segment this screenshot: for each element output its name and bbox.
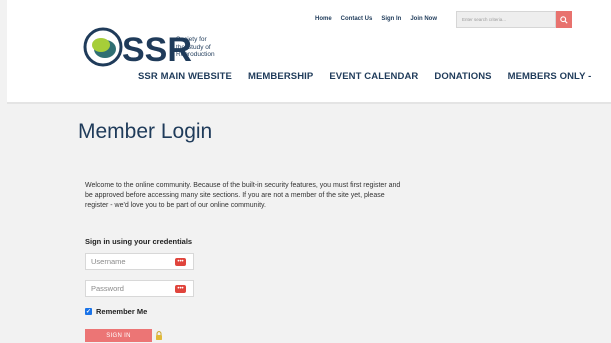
main-nav: SSR MAIN WEBSITE MEMBERSHIP EVENT CALEND…	[138, 71, 591, 82]
password-placeholder: Password	[91, 284, 124, 293]
password-input[interactable]: Password •••	[85, 280, 194, 297]
logo-line: Reproduction	[176, 51, 215, 58]
nav-ssr-main-website[interactable]: SSR MAIN WEBSITE	[138, 71, 232, 82]
username-placeholder: Username	[91, 257, 126, 266]
password-manager-icon[interactable]: •••	[175, 258, 186, 266]
top-link-join-now[interactable]: Join Now	[410, 16, 437, 22]
remember-me-label: Remember Me	[96, 307, 148, 316]
site-header: Home Contact Us Sign In Join Now Enter s…	[7, 0, 611, 104]
top-links: Home Contact Us Sign In Join Now	[315, 16, 437, 22]
welcome-text: Welcome to the online community. Because…	[85, 182, 401, 209]
credentials-heading: Sign in using your credentials	[85, 237, 193, 246]
nav-membership[interactable]: MEMBERSHIP	[248, 71, 313, 82]
nav-donations[interactable]: DONATIONS	[434, 71, 491, 82]
nav-event-calendar[interactable]: EVENT CALENDAR	[329, 71, 418, 82]
nav-members-only[interactable]: MEMBERS ONLY -	[508, 71, 592, 82]
search-icon	[560, 15, 568, 24]
search-button[interactable]	[556, 11, 572, 28]
remember-me[interactable]: ✓ Remember Me	[85, 307, 147, 316]
sign-in-button[interactable]: SIGN IN	[85, 329, 152, 342]
logo-subtitle: Society for the Study of Reproduction	[176, 36, 236, 59]
lock-icon	[156, 331, 162, 340]
remember-me-checkbox[interactable]: ✓	[85, 308, 92, 315]
page-title: Member Login	[78, 120, 213, 143]
username-input[interactable]: Username •••	[85, 253, 194, 270]
logo-line: Society for	[176, 36, 207, 43]
top-link-sign-in[interactable]: Sign In	[381, 16, 401, 22]
top-link-home[interactable]: Home	[315, 16, 332, 22]
password-manager-icon[interactable]: •••	[175, 285, 186, 293]
top-link-contact-us[interactable]: Contact Us	[341, 16, 373, 22]
logo-line: the Study of	[176, 43, 211, 51]
search-input[interactable]: Enter search criteria...	[456, 11, 556, 28]
